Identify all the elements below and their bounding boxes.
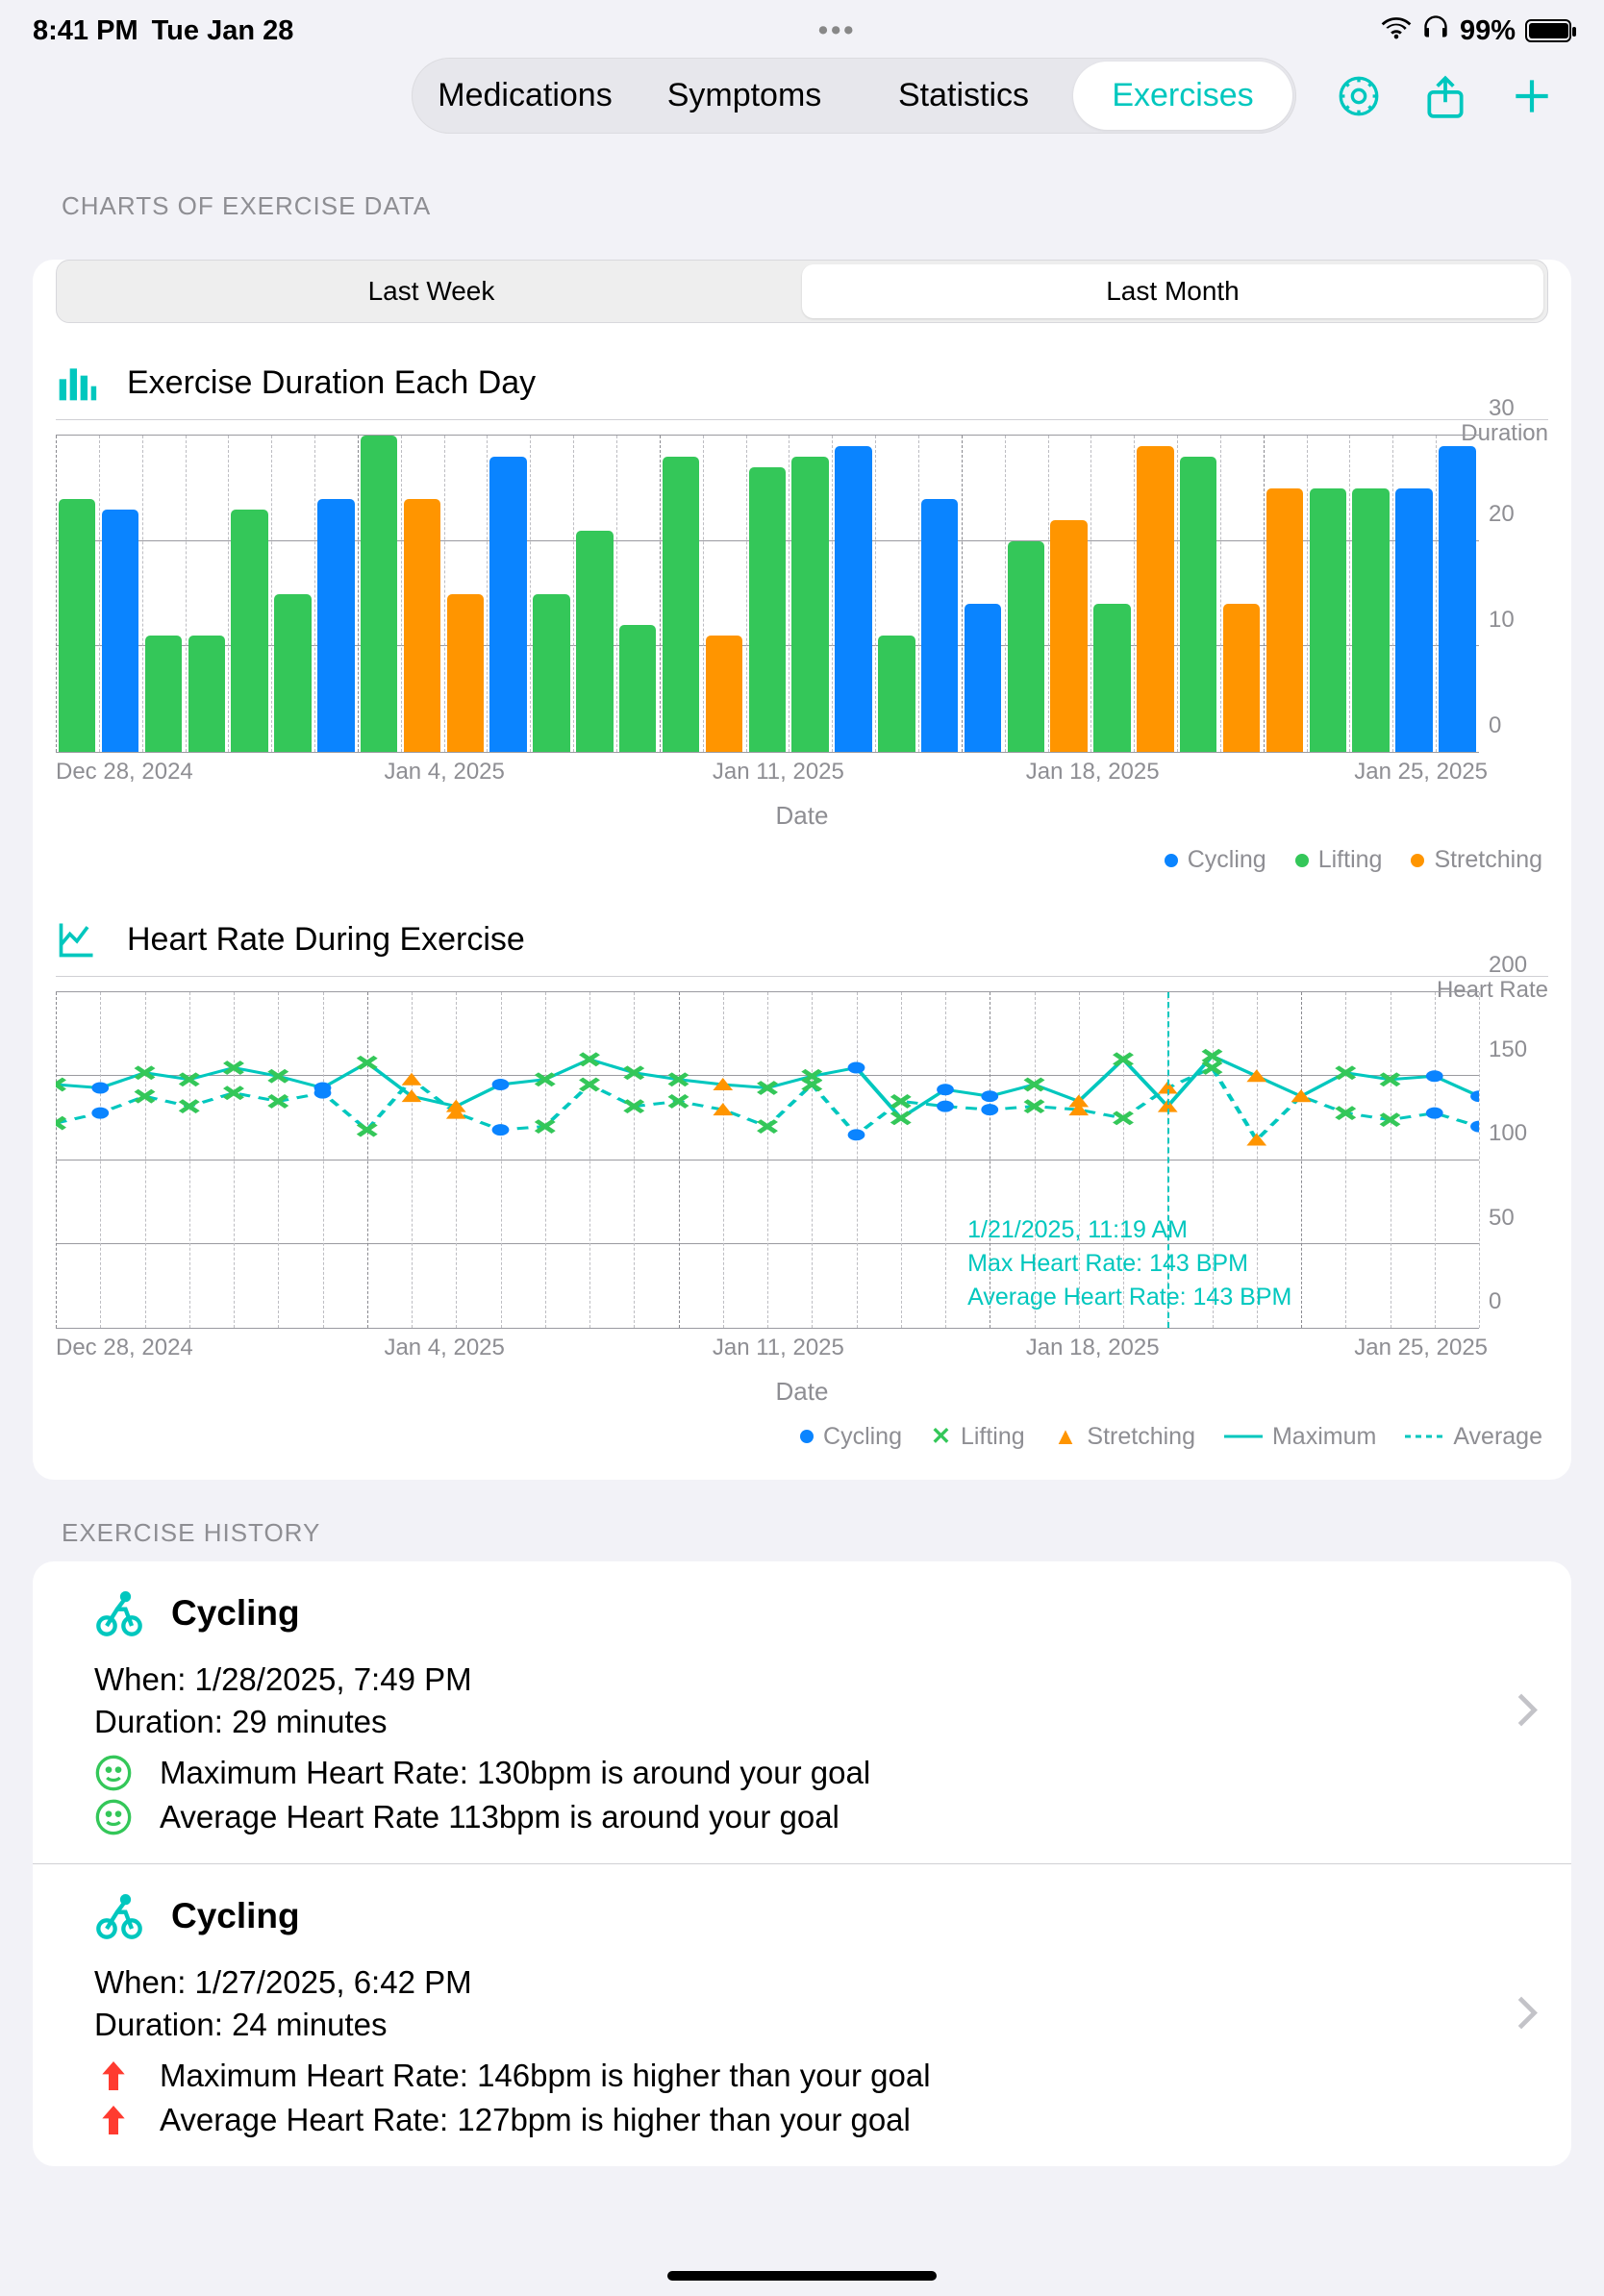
bar-lifting xyxy=(576,531,613,752)
bar-lifting xyxy=(1180,457,1216,752)
section-charts-title: CHARTS OF EXERCISE DATA xyxy=(0,153,1604,235)
bar-cycling xyxy=(317,499,354,752)
bar-chart-icon xyxy=(56,362,98,404)
category-segmented[interactable]: Medications Symptoms Statistics Exercise… xyxy=(412,58,1296,134)
history-when: When: 1/27/2025, 6:42 PM xyxy=(94,1964,1539,2001)
bar-cycling xyxy=(965,604,1001,752)
bar-lifting xyxy=(361,436,397,752)
bar-lifting xyxy=(1310,488,1346,752)
bar-cycling xyxy=(489,457,526,752)
cycling-icon xyxy=(94,1891,144,1941)
chart-hr-xaxis: Dec 28, 2024 Jan 4, 2025 Jan 11, 2025 Ja… xyxy=(56,1335,1548,1373)
history-metric: Maximum Heart Rate: 146bpm is higher tha… xyxy=(94,2057,1539,2095)
bar-lifting xyxy=(878,636,915,752)
bar-cycling xyxy=(1439,446,1475,752)
bar-lifting xyxy=(231,510,267,752)
bar-stretching xyxy=(1050,520,1087,752)
tab-statistics[interactable]: Statistics xyxy=(854,62,1073,130)
chart-duration-xlabel: Date xyxy=(56,801,1548,831)
status-dots-icon: ••• xyxy=(818,15,856,47)
bar-plot-area xyxy=(56,436,1479,753)
chart-duration-legend: Cycling Lifting Stretching xyxy=(56,831,1548,880)
share-icon[interactable] xyxy=(1421,72,1469,120)
history-name: Cycling xyxy=(171,1593,300,1634)
range-last-week[interactable]: Last Week xyxy=(61,264,802,318)
bar-stretching xyxy=(1137,446,1173,752)
tab-symptoms[interactable]: Symptoms xyxy=(635,62,854,130)
bar-lifting xyxy=(1008,541,1044,752)
home-indicator xyxy=(667,2271,937,2281)
history-duration: Duration: 29 minutes xyxy=(94,1704,1539,1740)
bar-stretching xyxy=(1223,604,1260,752)
charts-card: Last Week Last Month Exercise Duration E… xyxy=(33,260,1571,1480)
bar-cycling xyxy=(921,499,958,752)
bar-lifting xyxy=(1093,604,1130,752)
wifi-icon xyxy=(1381,15,1412,47)
bar-cycling xyxy=(102,510,138,752)
chart-hr-xlabel: Date xyxy=(56,1377,1548,1407)
bar-stretching xyxy=(447,594,484,753)
tab-exercises[interactable]: Exercises xyxy=(1073,62,1292,130)
tab-medications[interactable]: Medications xyxy=(415,62,635,130)
bar-lifting xyxy=(274,594,311,753)
bar-cycling xyxy=(835,446,871,752)
bar-lifting xyxy=(59,499,95,752)
status-time: 8:41 PM xyxy=(33,15,138,47)
range-segmented[interactable]: Last Week Last Month xyxy=(56,260,1548,323)
bar-stretching xyxy=(706,636,742,752)
chart-hr-plot: Heart Rate 1/21/2025, 11:19 AM Max Heart… xyxy=(56,977,1548,1457)
chart-duration-title: Exercise Duration Each Day xyxy=(127,364,536,402)
bar-cycling xyxy=(1395,488,1432,752)
bar-stretching xyxy=(1266,488,1303,752)
history-name: Cycling xyxy=(171,1896,300,1936)
history-metric: Average Heart Rate: 127bpm is higher tha… xyxy=(94,2101,1539,2139)
range-last-month[interactable]: Last Month xyxy=(802,264,1543,318)
bar-lifting xyxy=(791,457,828,752)
top-toolbar: Medications Symptoms Statistics Exercise… xyxy=(0,54,1604,153)
status-date: Tue Jan 28 xyxy=(152,15,294,47)
bar-lifting xyxy=(619,625,656,752)
chart-duration-yaxis: 30 20 10 0 xyxy=(1479,436,1548,753)
chart-duration-xaxis: Dec 28, 2024 Jan 4, 2025 Jan 11, 2025 Ja… xyxy=(56,759,1548,797)
history-metric: Average Heart Rate 113bpm is around your… xyxy=(94,1798,1539,1836)
chart-hr-header: Heart Rate During Exercise xyxy=(56,880,1548,977)
line-chart-icon xyxy=(56,918,98,961)
add-icon[interactable] xyxy=(1508,72,1556,120)
battery-percent: 99% xyxy=(1460,15,1516,47)
cycling-icon xyxy=(94,1588,144,1638)
history-when: When: 1/28/2025, 7:49 PM xyxy=(94,1661,1539,1698)
chevron-right-icon xyxy=(1516,1995,1539,2036)
history-metric: Maximum Heart Rate: 130bpm is around you… xyxy=(94,1754,1539,1792)
bar-lifting xyxy=(663,457,699,752)
bar-lifting xyxy=(188,636,225,752)
bar-lifting xyxy=(1352,488,1389,752)
bar-lifting xyxy=(533,594,569,753)
history-card: Cycling When: 1/28/2025, 7:49 PM Duration:… xyxy=(33,1561,1571,2166)
chart-hr-yaxis: 200 150 100 50 0 xyxy=(1479,992,1548,1329)
bar-lifting xyxy=(749,467,786,752)
chart-duration-header: Exercise Duration Each Day xyxy=(56,323,1548,420)
battery-icon xyxy=(1525,19,1571,42)
hr-annotation: 1/21/2025, 11:19 AM Max Heart Rate: 143 … xyxy=(967,1213,1291,1314)
status-right: 99% xyxy=(1381,13,1571,48)
status-bar: 8:41 PM Tue Jan 28 ••• 99% xyxy=(0,0,1604,54)
bar-lifting xyxy=(145,636,182,752)
chart-hr-title: Heart Rate During Exercise xyxy=(127,921,525,959)
history-item[interactable]: Cycling When: 1/27/2025, 6:42 PM Duration:… xyxy=(33,1863,1571,2166)
bar-stretching xyxy=(404,499,440,752)
settings-gear-icon[interactable] xyxy=(1335,72,1383,120)
headphones-icon xyxy=(1421,13,1450,48)
history-item[interactable]: Cycling When: 1/28/2025, 7:49 PM Duration:… xyxy=(33,1561,1571,1863)
chart-hr-legend: Cycling ✕Lifting ▲Stretching Maximum Ave… xyxy=(56,1407,1548,1457)
history-duration: Duration: 24 minutes xyxy=(94,2007,1539,2043)
chart-duration-plot: Duration 30 20 10 0 Dec 28, 2024 Jan 4, … xyxy=(56,420,1548,880)
hr-plot-area: 1/21/2025, 11:19 AM Max Heart Rate: 143 … xyxy=(56,992,1479,1329)
chevron-right-icon xyxy=(1516,1692,1539,1734)
section-history-title: EXERCISE HISTORY xyxy=(0,1480,1604,1561)
